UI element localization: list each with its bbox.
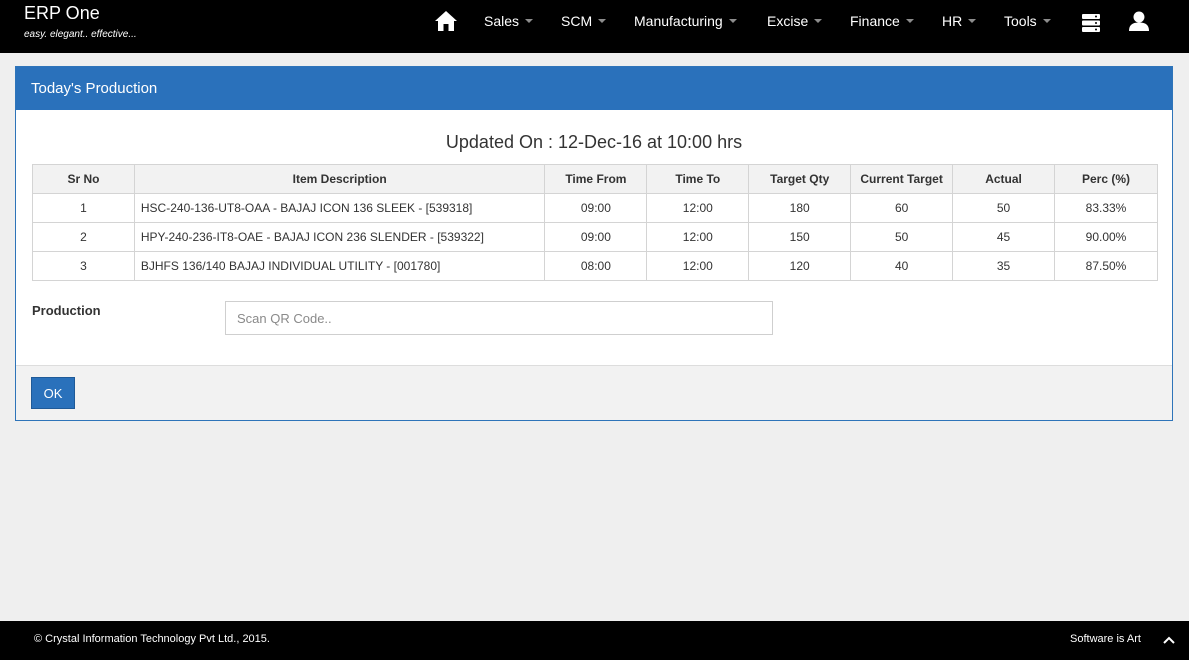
updated-on-text: Updated On : 12-Dec-16 at 10:00 hrs: [445, 132, 743, 152]
cell-time-to: 12:00: [646, 193, 750, 223]
copyright-text: © Crystal Information Technology Pvt Ltd…: [34, 633, 270, 645]
production-table: Sr No Item Description Time From Time To…: [32, 164, 1158, 281]
cell-time-from: 09:00: [544, 222, 648, 252]
table-row: 2 HPY-240-236-IT8-OAE - BAJAJ ICON 236 S…: [32, 222, 1158, 252]
nav-finance-label: Finance: [850, 13, 900, 29]
cell-time-from: 09:00: [544, 193, 648, 223]
user-icon[interactable]: [1128, 10, 1150, 37]
nav-tools-label: Tools: [1004, 13, 1037, 29]
caret-down-icon: [525, 19, 534, 23]
brand[interactable]: ERP One easy. elegant.. effective...: [24, 3, 137, 40]
nav-hr[interactable]: HR: [942, 13, 977, 29]
nav-excise[interactable]: Excise: [767, 13, 823, 29]
col-target-qty: Target Qty: [748, 164, 852, 194]
panel-footer: OK: [16, 365, 1172, 420]
caret-down-icon: [728, 19, 737, 23]
col-actual: Actual: [952, 164, 1055, 194]
page-footer: © Crystal Information Technology Pvt Ltd…: [0, 621, 1189, 660]
nav-manufacturing[interactable]: Manufacturing: [634, 13, 737, 29]
nav-manufacturing-label: Manufacturing: [634, 13, 723, 29]
nav-sales[interactable]: Sales: [484, 13, 534, 29]
cell-current-target: 60: [850, 193, 954, 223]
app-tagline: easy. elegant.. effective...: [24, 29, 137, 40]
table-row: 1 HSC-240-136-UT8-OAA - BAJAJ ICON 136 S…: [32, 193, 1158, 223]
cell-perc: 83.33%: [1054, 193, 1158, 223]
nav-hr-label: HR: [942, 13, 963, 29]
cell-target-qty: 120: [748, 251, 852, 281]
cell-target-qty: 150: [748, 222, 852, 252]
caret-down-icon: [968, 19, 977, 23]
caret-down-icon: [905, 19, 914, 23]
nav-finance[interactable]: Finance: [850, 13, 914, 29]
table-header-row: Sr No Item Description Time From Time To…: [32, 164, 1158, 194]
nav-sales-label: Sales: [484, 13, 520, 29]
top-navbar: ERP One easy. elegant.. effective... Sal…: [0, 0, 1189, 53]
col-time-to: Time To: [646, 164, 750, 194]
qr-code-input[interactable]: [225, 301, 773, 335]
cell-actual: 35: [952, 251, 1055, 281]
nav-scm-label: SCM: [561, 13, 593, 29]
col-time-from: Time From: [544, 164, 648, 194]
motto-text: Software is Art: [1070, 633, 1141, 645]
app-title[interactable]: ERP One: [24, 3, 137, 23]
nav-tools[interactable]: Tools: [1004, 13, 1051, 29]
cell-sr-no: 1: [32, 193, 135, 223]
col-perc: Perc (%): [1054, 164, 1158, 194]
cell-current-target: 50: [850, 222, 954, 252]
cell-time-to: 12:00: [646, 251, 750, 281]
cell-actual: 45: [952, 222, 1055, 252]
chevron-up-icon[interactable]: [1163, 635, 1175, 647]
col-item-description: Item Description: [133, 164, 546, 194]
cell-sr-no: 2: [32, 222, 135, 252]
production-label: Production: [32, 303, 101, 318]
cell-perc: 90.00%: [1054, 222, 1158, 252]
cell-actual: 50: [952, 193, 1055, 223]
cell-time-to: 12:00: [646, 222, 750, 252]
cell-time-from: 08:00: [544, 251, 648, 281]
home-icon[interactable]: [434, 10, 458, 32]
todays-production-panel: Today's Production Updated On : 12-Dec-1…: [15, 66, 1173, 421]
cell-item-description: HPY-240-236-IT8-OAE - BAJAJ ICON 236 SLE…: [133, 222, 546, 252]
database-icon[interactable]: [1081, 13, 1101, 38]
cell-target-qty: 180: [748, 193, 852, 223]
nav-scm[interactable]: SCM: [561, 13, 607, 29]
cell-current-target: 40: [850, 251, 954, 281]
panel-title: Today's Production: [16, 67, 1172, 110]
col-sr-no: Sr No: [32, 164, 135, 194]
caret-down-icon: [814, 19, 823, 23]
table-row: 3 BJHFS 136/140 BAJAJ INDIVIDUAL UTILITY…: [32, 251, 1158, 281]
caret-down-icon: [598, 19, 607, 23]
caret-down-icon: [1042, 19, 1051, 23]
cell-item-description: BJHFS 136/140 BAJAJ INDIVIDUAL UTILITY -…: [133, 251, 546, 281]
cell-item-description: HSC-240-136-UT8-OAA - BAJAJ ICON 136 SLE…: [133, 193, 546, 223]
nav-excise-label: Excise: [767, 13, 809, 29]
col-current-target: Current Target: [850, 164, 954, 194]
cell-sr-no: 3: [32, 251, 135, 281]
ok-button[interactable]: OK: [31, 377, 75, 409]
cell-perc: 87.50%: [1054, 251, 1158, 281]
